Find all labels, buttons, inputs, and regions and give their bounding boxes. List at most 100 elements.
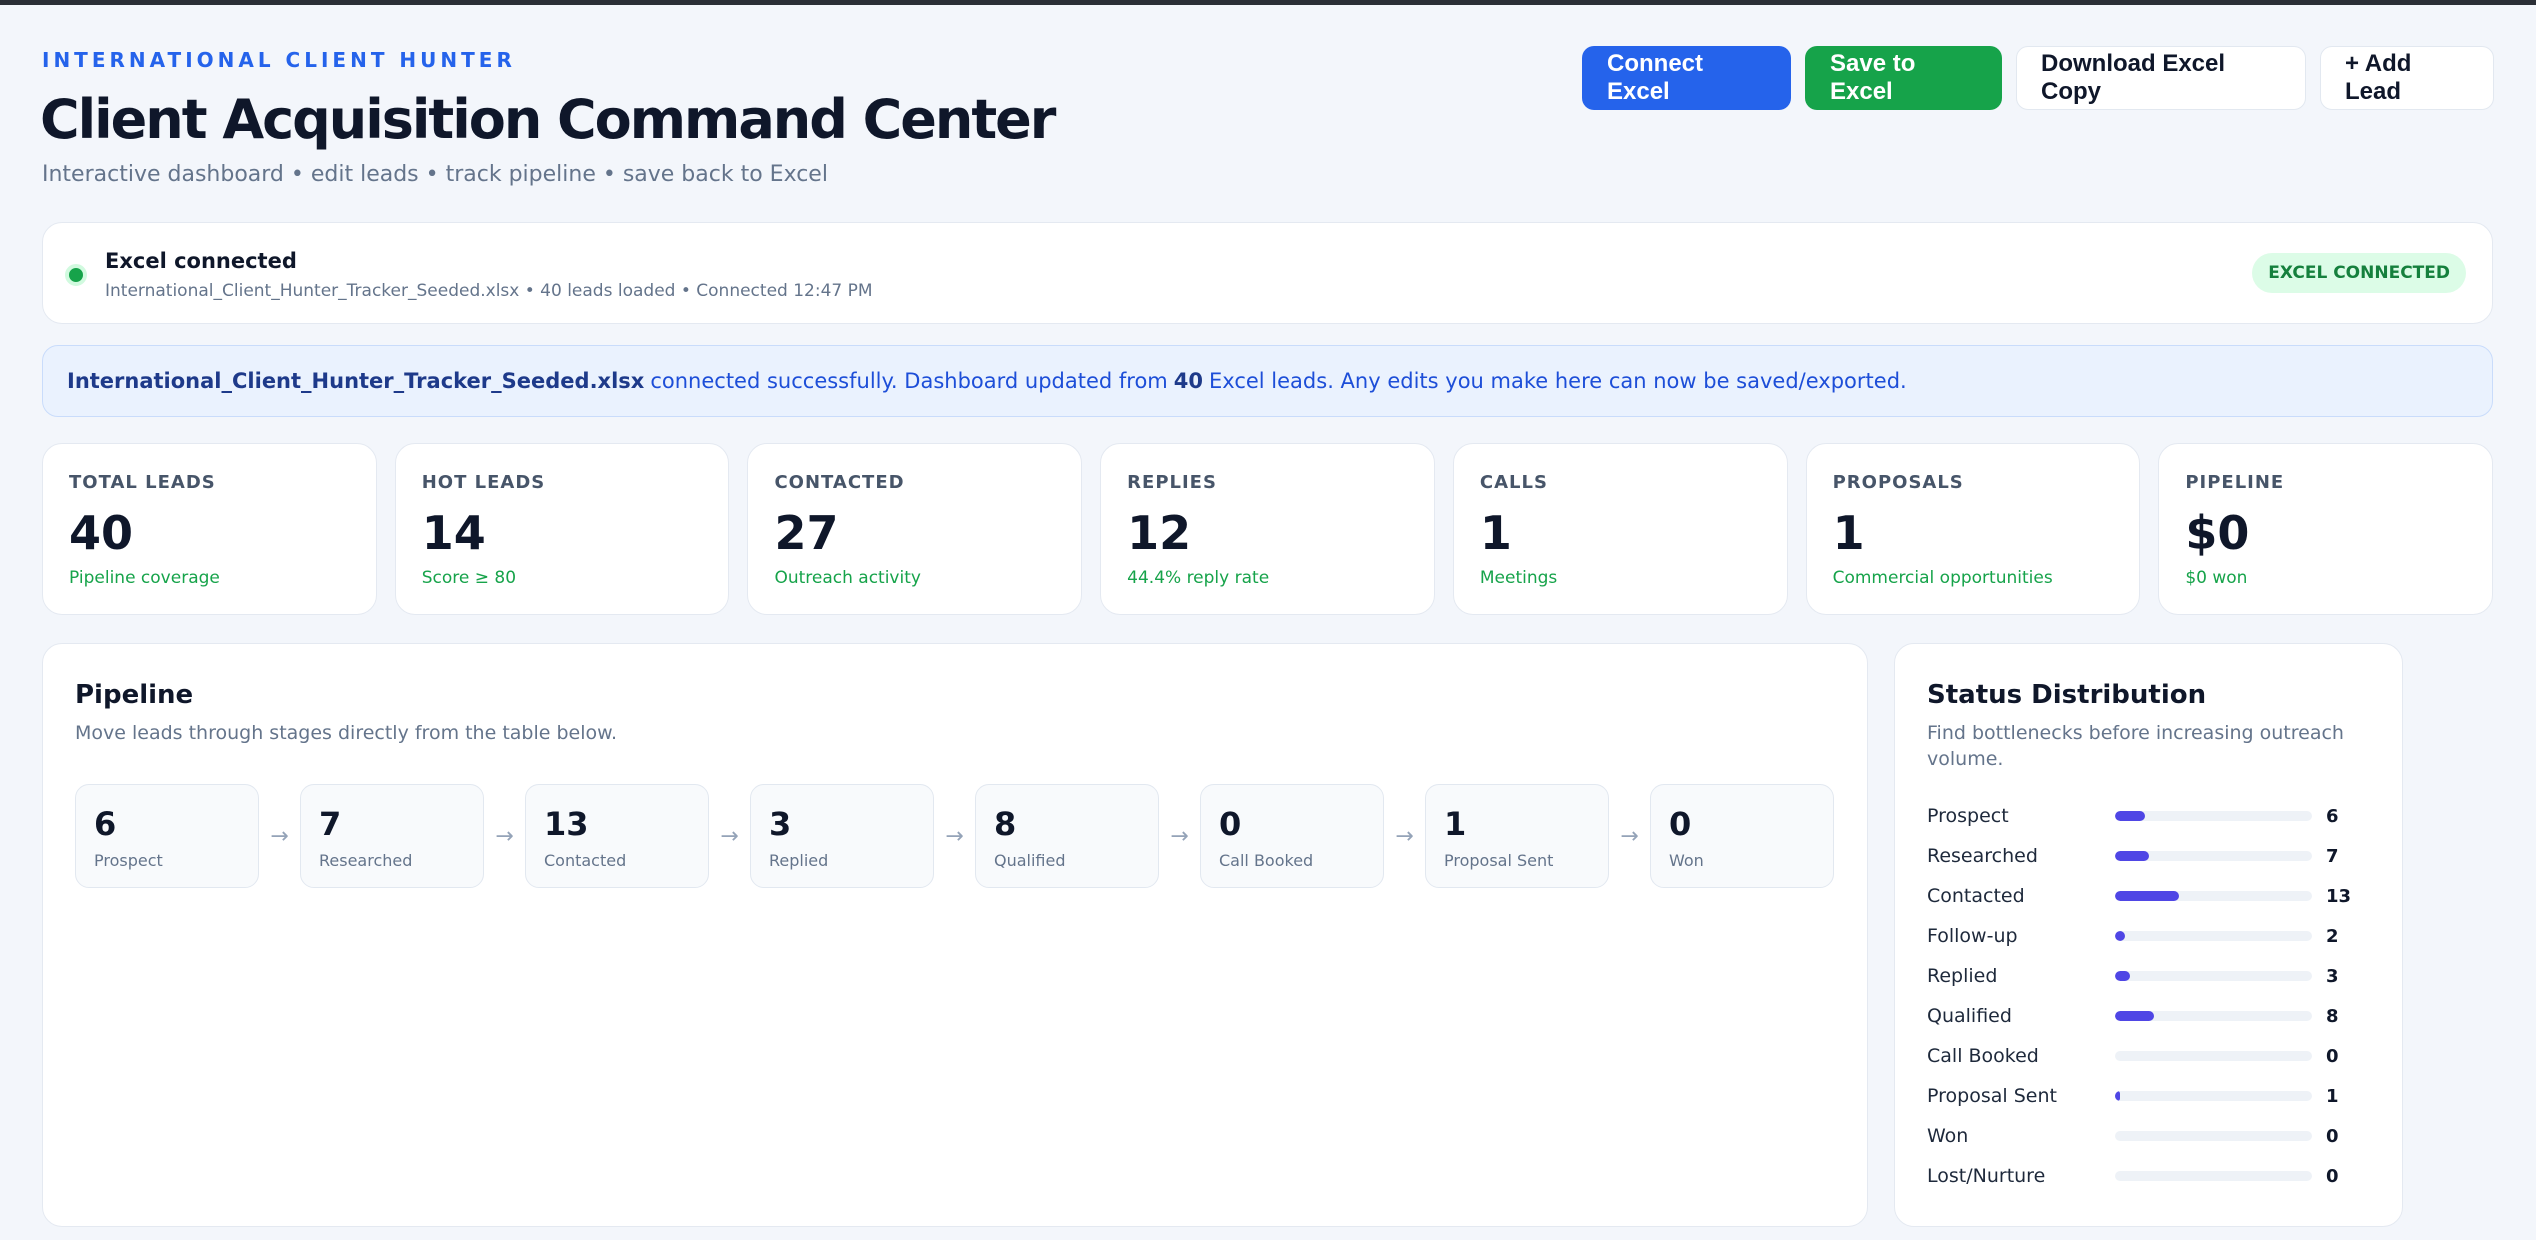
stage-name: Qualified [994,851,1066,870]
status-label: Replied [1927,965,1998,987]
connect-excel-button[interactable]: Connect Excel [1582,46,1791,110]
stat-card-replies: REPLIES 12 44.4% reply rate [1100,443,1435,615]
status-row-won: Won 0 [1927,1116,2387,1156]
stage-replied[interactable]: 3 Replied [750,784,934,888]
status-label: Follow-up [1927,925,2018,947]
status-row-replied: Replied 3 [1927,956,2387,996]
stat-note: Outreach activity [774,568,921,588]
stage-name: Replied [769,851,829,870]
status-bar-fill [2115,851,2150,861]
stat-value: 1 [1832,506,1865,560]
status-bar-fill [2115,811,2145,821]
download-excel-copy-button[interactable]: Download Excel Copy [2016,46,2306,110]
stat-card-proposals: PROPOSALS 1 Commercial opportunities [1805,443,2141,615]
stat-value: 40 [69,506,134,560]
arrow-right-icon: → [1620,823,1639,849]
status-row-lost-nurture: Lost/Nurture 0 [1927,1156,2387,1196]
page-title: Client Acquisition Command Center [40,88,1056,151]
notice-file-name: International_Client_Hunter_Tracker_Seed… [67,369,645,393]
pipeline-subtitle: Move leads through stages directly from … [75,722,617,744]
stage-name: Contacted [544,851,627,870]
status-bar-track [2115,1091,2312,1101]
pipeline-panel: Pipeline Move leads through stages direc… [42,643,1868,1227]
save-to-excel-button[interactable]: Save to Excel [1805,46,2002,110]
add-lead-button[interactable]: + Add Lead [2320,46,2494,110]
status-bar-track [2115,1131,2312,1141]
stat-label: CONTACTED [774,472,905,493]
arrow-right-icon: → [495,823,514,849]
status-bar-fill [2115,971,2130,981]
stage-contacted[interactable]: 13 Contacted [525,784,709,888]
connected-status-dot-icon [65,264,87,286]
status-label: Lost/Nurture [1927,1165,2046,1187]
stat-label: REPLIES [1127,472,1217,493]
status-title: Status Distribution [1927,680,2207,710]
status-bar-track [2115,1011,2312,1021]
status-bar-fill [2115,1011,2155,1021]
connection-details: International_Client_Hunter_Tracker_Seed… [105,281,873,301]
connection-title: Excel connected [105,249,297,273]
arrow-right-icon: → [720,823,739,849]
stage-call-booked[interactable]: 0 Call Booked [1200,784,1384,888]
stage-name: Proposal Sent [1444,851,1554,870]
pipeline-title: Pipeline [75,680,194,710]
status-value: 3 [2326,965,2339,987]
status-bar-fill [2115,1091,2120,1101]
status-row-researched: Researched 7 [1927,836,2387,876]
stage-count: 8 [994,805,1017,843]
status-value: 0 [2326,1045,2339,1067]
status-label: Proposal Sent [1927,1085,2057,1107]
status-distribution-panel: Status Distribution Find bottlenecks bef… [1894,643,2403,1227]
status-bar-track [2115,1051,2312,1061]
status-badge: EXCEL CONNECTED [2252,253,2466,293]
status-label: Contacted [1927,885,2025,907]
arrow-right-icon: → [1395,823,1414,849]
stat-label: HOT LEADS [421,472,546,493]
status-bar-track [2115,851,2312,861]
stage-name: Call Booked [1219,851,1314,870]
stage-name: Prospect [94,851,163,870]
arrow-right-icon: → [1170,823,1189,849]
status-row-proposal-sent: Proposal Sent 1 [1927,1076,2387,1116]
status-value: 2 [2326,925,2339,947]
status-value: 13 [2326,885,2352,907]
stat-label: TOTAL LEADS [69,472,216,493]
stage-name: Won [1669,851,1704,870]
stat-value: 27 [774,506,839,560]
connection-status-card: Excel connected International_Client_Hun… [42,222,2493,324]
status-label: Prospect [1927,805,2009,827]
stat-value: 1 [1479,506,1512,560]
stat-value: $0 [2185,506,2250,560]
status-row-contacted: Contacted 13 [1927,876,2387,916]
success-notice: International_Client_Hunter_Tracker_Seed… [42,345,2493,417]
status-value: 6 [2326,805,2339,827]
stat-note: Meetings [1479,568,1558,588]
stat-label: CALLS [1479,472,1548,493]
stage-prospect[interactable]: 6 Prospect [75,784,259,888]
stat-card-pipeline: PIPELINE $0 $0 won [2158,443,2494,615]
notice-text-before: connected successfully. Dashboard update… [650,369,1168,393]
status-label: Researched [1927,845,2038,867]
pipeline-stages: 6 Prospect → 7 Researched → 13 Contacted… [75,784,1834,888]
stat-value: 12 [1127,506,1192,560]
status-value: 1 [2326,1085,2339,1107]
app-eyebrow: INTERNATIONAL CLIENT HUNTER [42,48,516,72]
stage-count: 0 [1669,805,1692,843]
status-row-qualified: Qualified 8 [1927,996,2387,1036]
stage-count: 6 [94,805,117,843]
stage-qualified[interactable]: 8 Qualified [975,784,1159,888]
page-subtitle: Interactive dashboard • edit leads • tra… [42,162,828,187]
stat-note: Score ≥ 80 [421,568,517,588]
stat-card-total-leads: TOTAL LEADS 40 Pipeline coverage [42,443,377,615]
header-actions: Connect Excel Save to Excel Download Exc… [1582,46,2494,110]
stage-proposal-sent[interactable]: 1 Proposal Sent [1425,784,1609,888]
stage-won[interactable]: 0 Won [1650,784,1834,888]
stage-researched[interactable]: 7 Researched [300,784,484,888]
arrow-right-icon: → [945,823,964,849]
status-row-call-booked: Call Booked 0 [1927,1036,2387,1076]
status-value: 7 [2326,845,2339,867]
stat-card-hot-leads: HOT LEADS 14 Score ≥ 80 [394,443,730,615]
stage-count: 13 [544,805,589,843]
status-bar-track [2115,931,2312,941]
status-row-follow-up: Follow-up 2 [1927,916,2387,956]
